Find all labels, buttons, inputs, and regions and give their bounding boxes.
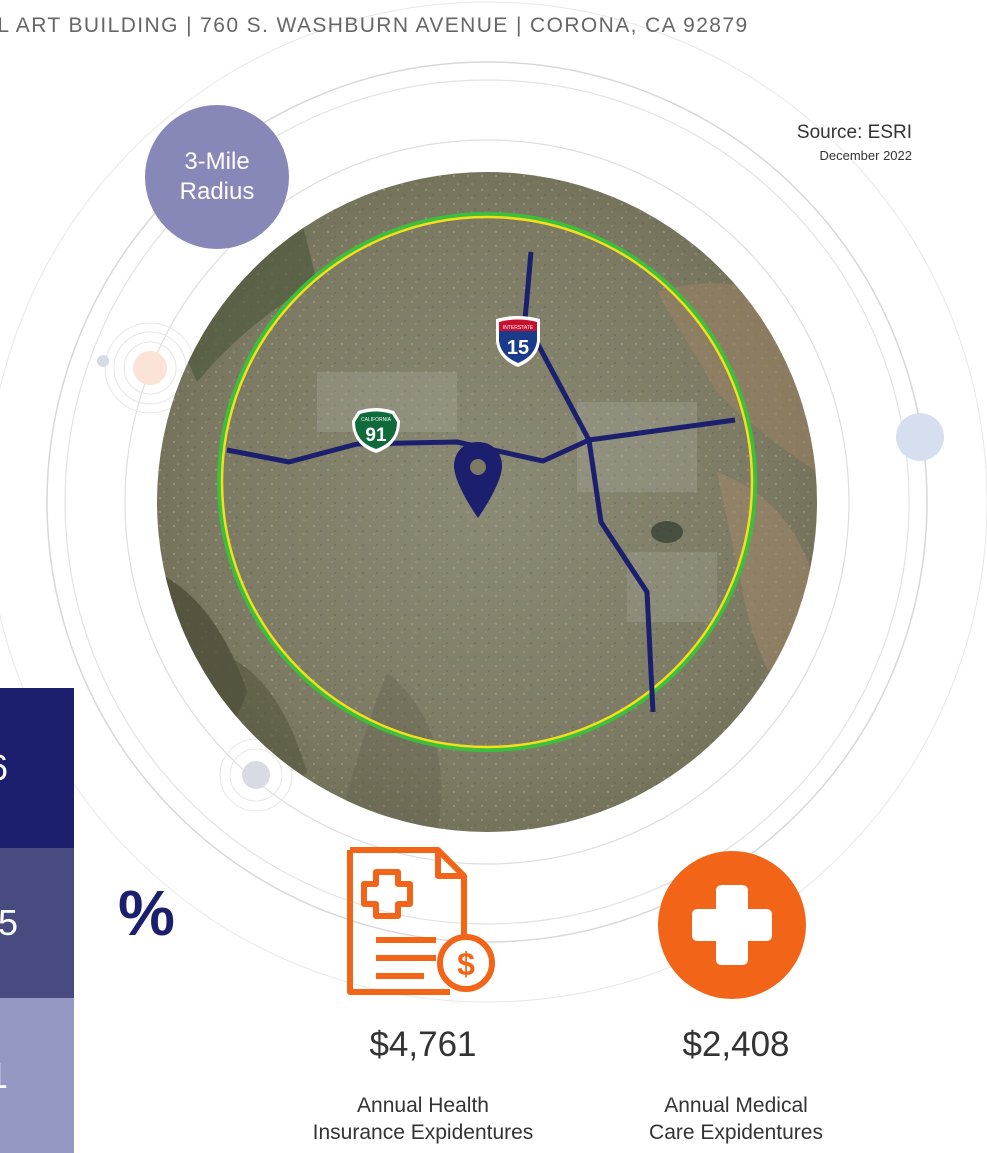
- radius-badge: 3-Mile Radius: [145, 105, 289, 249]
- svg-text:15: 15: [507, 337, 529, 359]
- page-header: AL ART BUILDING | 760 S. WASHBURN AVENUE…: [0, 14, 749, 37]
- medical-care-label-line1: Annual Medical: [664, 1094, 808, 1117]
- svg-text:$: $: [457, 946, 475, 982]
- stat-value-3: 1: [0, 1055, 8, 1097]
- stat-block-1: 6: [0, 688, 74, 848]
- medical-care-label: Annual Medical Care Expidentures: [596, 1092, 876, 1147]
- health-insurance-value: $4,761: [369, 1025, 477, 1064]
- location-pin-icon[interactable]: [453, 440, 503, 520]
- stat-value-2: .5: [0, 902, 19, 943]
- svg-text:INTERSTATE: INTERSTATE: [503, 325, 534, 331]
- satellite-map[interactable]: INTERSTATE 15 CALIFORNIA 91: [157, 172, 817, 832]
- percent-symbol: %: [118, 877, 175, 949]
- health-insurance-label: Annual Health Insurance Expidentures: [283, 1092, 563, 1147]
- medical-cross-icon: [656, 849, 808, 1006]
- stat-value-1: 6: [0, 747, 8, 789]
- interstate-15-shield-icon: INTERSTATE 15: [496, 316, 540, 367]
- stat-block-3: 1: [0, 998, 74, 1153]
- health-insurance-document-icon: $: [346, 846, 500, 1001]
- radius-badge-line2: Radius: [179, 178, 255, 205]
- source-note: Source: ESRI December 2022: [797, 122, 912, 163]
- decorative-dot-small: [97, 355, 109, 367]
- stat-block-2: .5: [0, 848, 74, 998]
- decorative-dot-blue: [896, 413, 944, 461]
- radius-badge-line1: 3-Mile: [184, 148, 250, 175]
- california-91-shield-icon: CALIFORNIA 91: [352, 408, 400, 453]
- health-insurance-label-line1: Annual Health: [357, 1094, 489, 1117]
- svg-text:91: 91: [365, 425, 387, 446]
- medical-care-value: $2,408: [682, 1025, 790, 1064]
- source-label: Source: ESRI: [796, 122, 912, 143]
- medical-care-label-line2: Care Expidentures: [649, 1121, 823, 1145]
- health-insurance-label-line2: Insurance Expidentures: [312, 1121, 534, 1145]
- svg-text:CALIFORNIA: CALIFORNIA: [361, 417, 392, 423]
- source-date: December 2022: [819, 148, 913, 163]
